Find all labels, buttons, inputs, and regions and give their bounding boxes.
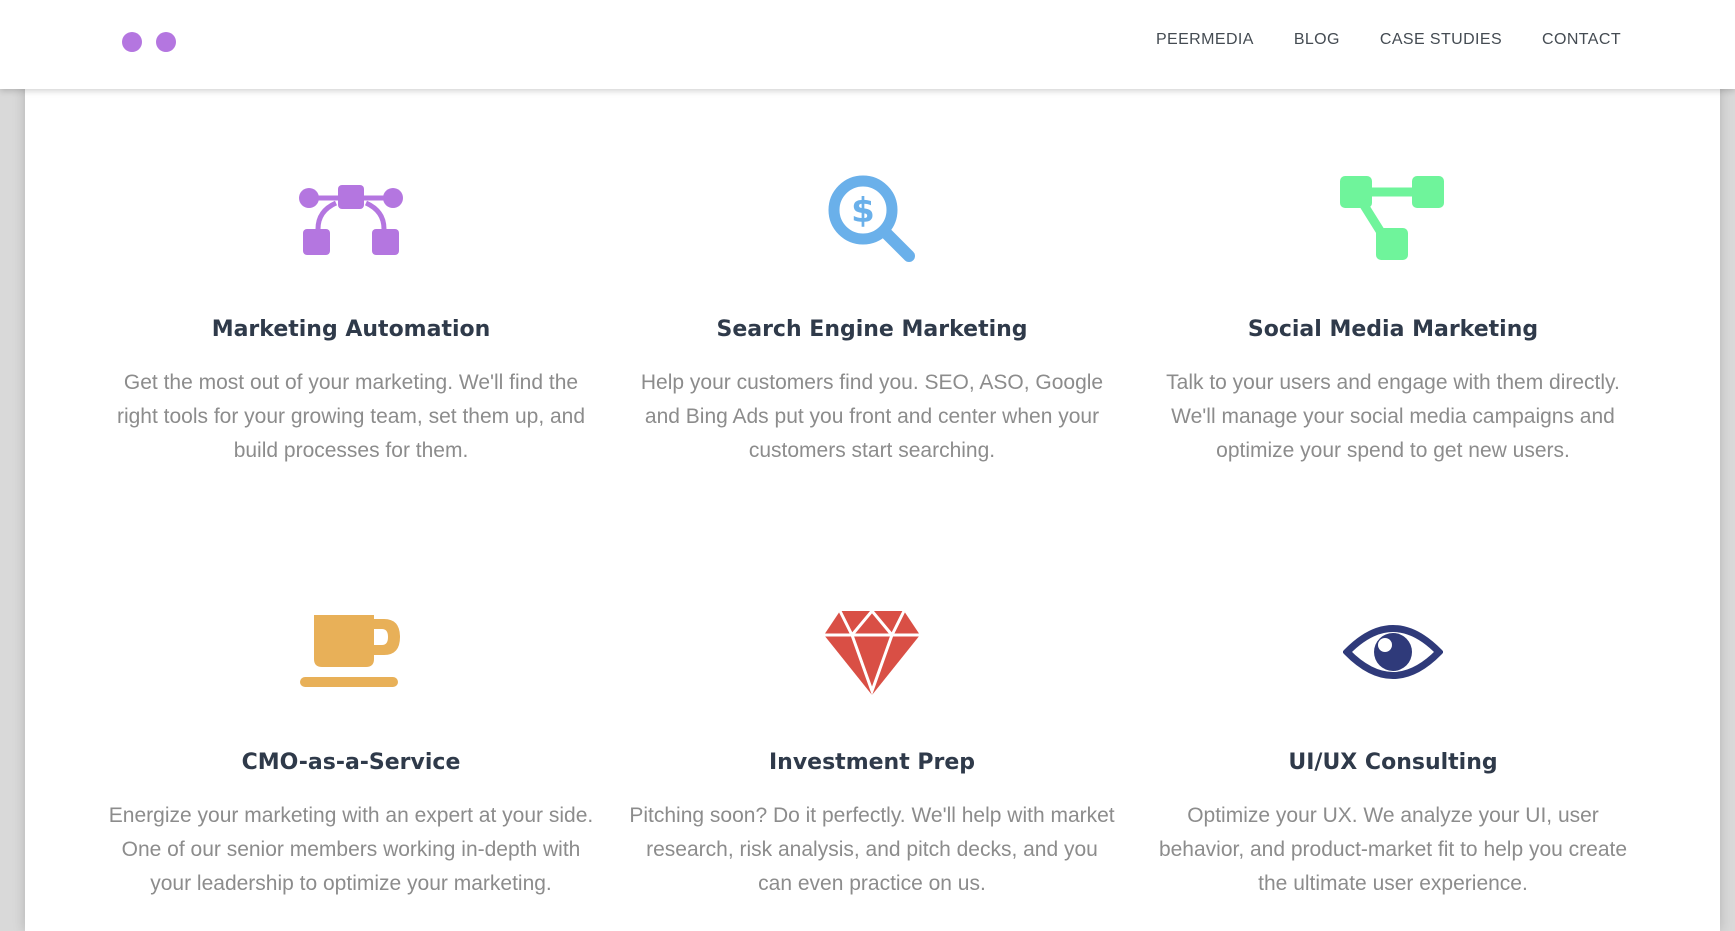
main-nav: PEERMEDIA BLOG CASE STUDIES CONTACT bbox=[1156, 31, 1621, 49]
logo-dot-left bbox=[122, 32, 142, 52]
service-card: $ Search Engine Marketing Help your cust… bbox=[622, 169, 1122, 468]
service-description: Energize your marketing with an expert a… bbox=[108, 804, 594, 895]
service-card: Marketing Automation Get the most out of… bbox=[101, 169, 601, 468]
service-title: UI/UX Consulting bbox=[1288, 750, 1498, 775]
coffee-cup-icon bbox=[101, 602, 601, 702]
service-description: Optimize your UX. We analyze your UI, us… bbox=[1158, 804, 1628, 895]
dollar-search-icon: $ bbox=[622, 169, 1122, 269]
service-title: CMO-as-a-Service bbox=[241, 750, 461, 775]
nav-link-blog[interactable]: BLOG bbox=[1294, 31, 1340, 49]
nav-link-case-studies[interactable]: CASE STUDIES bbox=[1380, 31, 1502, 49]
service-description: Help your customers find you. SEO, ASO, … bbox=[640, 371, 1104, 462]
service-title: Investment Prep bbox=[768, 750, 976, 775]
network-tree-icon bbox=[1143, 169, 1643, 269]
service-title: Search Engine Marketing bbox=[716, 317, 1028, 342]
service-card: UI/UX Consulting Optimize your UX. We an… bbox=[1143, 602, 1643, 901]
gem-icon bbox=[622, 602, 1122, 702]
service-description: Talk to your users and engage with them … bbox=[1166, 371, 1620, 462]
nav-link-contact[interactable]: CONTACT bbox=[1542, 31, 1621, 49]
eye-icon bbox=[1143, 602, 1643, 702]
service-description: Pitching soon? Do it perfectly. We'll he… bbox=[629, 804, 1115, 895]
service-title: Social Media Marketing bbox=[1247, 317, 1539, 342]
nav-link-peermedia[interactable]: PEERMEDIA bbox=[1156, 31, 1254, 49]
svg-text:$: $ bbox=[851, 191, 875, 231]
logo-dot-right bbox=[156, 32, 176, 52]
service-description: Get the most out of your marketing. We'l… bbox=[116, 371, 586, 462]
service-card: CMO-as-a-Service Energize your marketing… bbox=[101, 602, 601, 901]
logo[interactable] bbox=[122, 32, 176, 52]
flow-nodes-icon bbox=[101, 169, 601, 269]
service-card: Social Media Marketing Talk to your user… bbox=[1143, 169, 1643, 468]
service-title: Marketing Automation bbox=[211, 317, 491, 342]
navbar: PEERMEDIA BLOG CASE STUDIES CONTACT bbox=[0, 0, 1735, 89]
service-card: Investment Prep Pitching soon? Do it per… bbox=[622, 602, 1122, 901]
